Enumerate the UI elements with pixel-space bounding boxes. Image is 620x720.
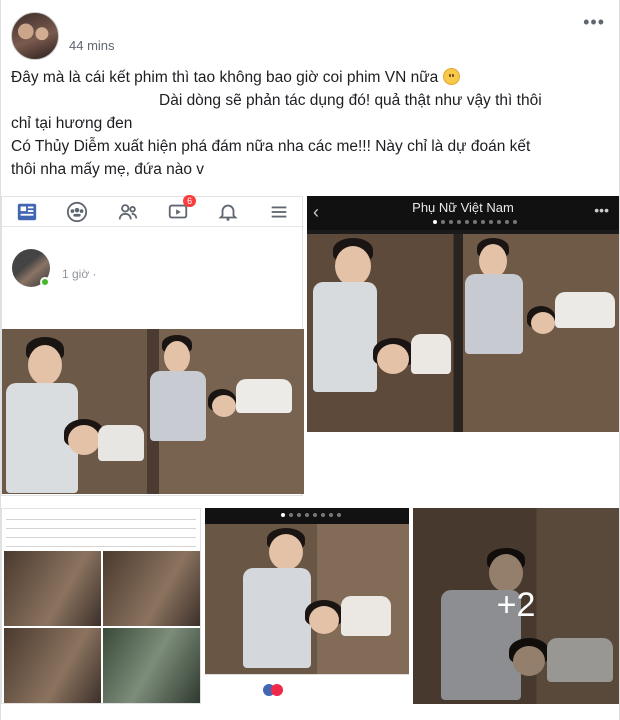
menu-icon[interactable] xyxy=(267,201,291,223)
more-photos-count[interactable]: +2 xyxy=(413,586,619,625)
post-time: 1 giờ · xyxy=(62,267,97,281)
bell-icon[interactable] xyxy=(216,201,240,223)
scene-photo xyxy=(205,524,409,674)
scene-photo[interactable] xyxy=(307,234,619,432)
post-text-line: Có Thủy Diễm xuất hiện phá đám nữa nha c… xyxy=(11,138,531,155)
author-avatar[interactable] xyxy=(11,12,59,60)
grid-photo xyxy=(103,628,200,703)
friends-icon[interactable] xyxy=(116,201,140,223)
photo-4[interactable] xyxy=(205,508,409,704)
grid-photo xyxy=(103,551,200,626)
post-body: Đây mà là cái kết phim thì tao không bao… xyxy=(11,66,611,181)
photo-5[interactable]: +2 xyxy=(413,508,619,704)
scene-photo[interactable] xyxy=(2,329,304,494)
chevron-left-icon[interactable]: ‹ xyxy=(313,202,319,223)
news-feed-icon[interactable] xyxy=(15,201,39,223)
post-header: 44 mins ••• xyxy=(11,12,611,60)
ellipsis-icon[interactable]: ••• xyxy=(594,202,609,218)
blurred-text xyxy=(6,513,196,549)
post-text-line: Dài dòng sẽ phản tác dụng đó! quả thật n… xyxy=(159,92,542,109)
groups-icon[interactable] xyxy=(65,201,89,223)
post-text-line: Đây mà là cái kết phim thì tao không bao… xyxy=(11,69,439,86)
watch-icon[interactable]: 6 xyxy=(166,194,197,223)
smile-emoji-icon xyxy=(442,68,460,85)
watch-badge: 6 xyxy=(183,194,197,207)
post-timestamp[interactable]: 44 mins xyxy=(69,38,115,53)
post-card: 44 mins ••• Đây mà là cái kết phim thì t… xyxy=(0,0,620,720)
viewer-footer xyxy=(307,432,619,496)
ellipsis-icon[interactable]: ••• xyxy=(583,12,605,33)
post-text-line: chỉ tại hương đen xyxy=(11,115,133,132)
viewer-topbar: Phụ Nữ Việt Nam ‹ ••• xyxy=(307,196,619,230)
post-text-line: thôi nha mấy mẹ, đứa nào v xyxy=(11,161,205,178)
grid-photo xyxy=(4,551,101,626)
photo-pager xyxy=(433,220,517,224)
photo-grid xyxy=(4,551,200,703)
photo-pager xyxy=(281,513,341,517)
love-reaction-icon xyxy=(271,684,283,696)
fb-tab-bar: 6 xyxy=(2,194,304,227)
photo-1[interactable]: 6 1 giờ · xyxy=(1,194,304,496)
photo-3[interactable] xyxy=(1,508,201,704)
photo-2[interactable]: Phụ Nữ Việt Nam ‹ ••• xyxy=(307,196,619,496)
reaction-bar xyxy=(205,674,409,704)
page-title: Phụ Nữ Việt Nam xyxy=(412,200,514,215)
online-indicator xyxy=(40,277,50,287)
grid-photo xyxy=(4,628,101,703)
